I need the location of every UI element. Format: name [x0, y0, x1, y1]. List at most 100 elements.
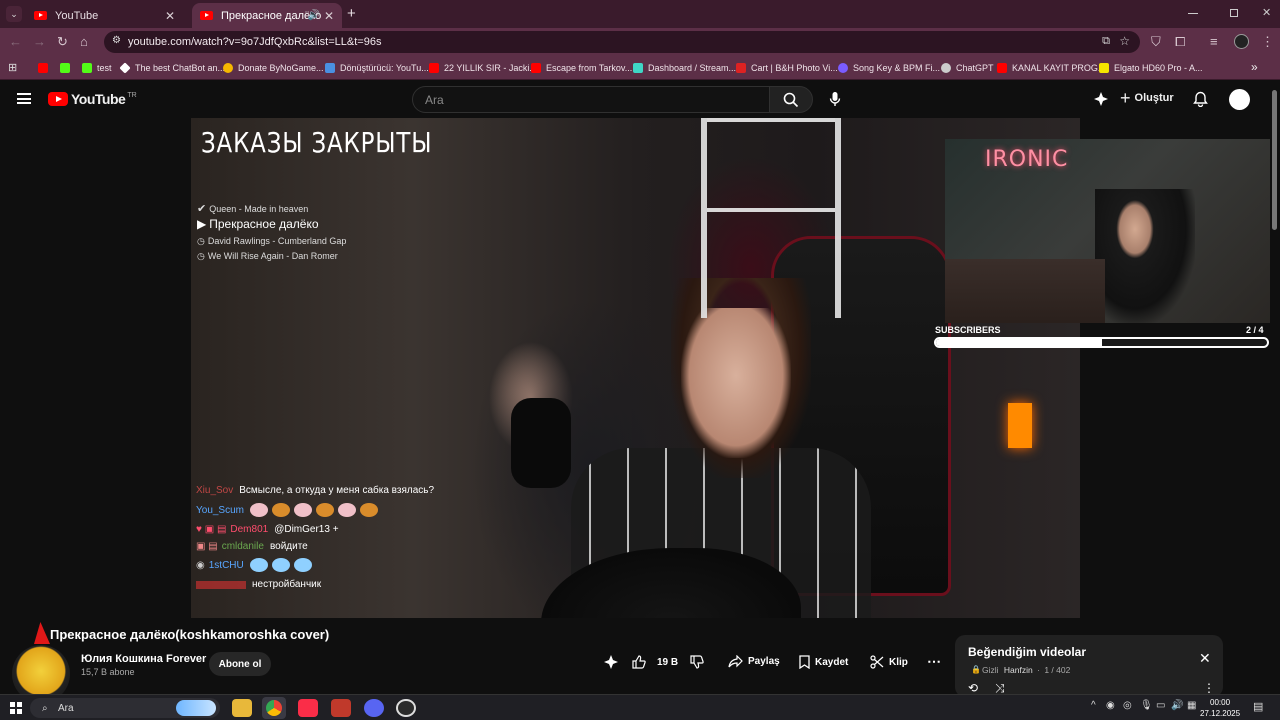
close-tab-icon[interactable]: ✕: [324, 9, 334, 23]
youtube-logo-icon: [48, 92, 68, 106]
back-icon[interactable]: ←: [9, 34, 22, 50]
stream-chat-line: You_Scum: [196, 503, 382, 517]
browser-tab-video[interactable]: Прекрасное далёко(koshk 🔊 ✕: [192, 3, 342, 28]
playlist-menu-icon[interactable]: ⋮: [1203, 681, 1215, 695]
bookmark-item[interactable]: ChatGPT: [941, 60, 994, 76]
bookmark-item[interactable]: 22 YILLIK SIR - Jacki...: [429, 60, 537, 76]
emote-icon: [250, 503, 268, 517]
bookmark-item[interactable]: KANAL KAYIT PROG...: [997, 60, 1105, 76]
new-tab-button[interactable]: +: [347, 5, 356, 22]
tray-app-icon[interactable]: ◎: [1123, 700, 1132, 711]
network-icon[interactable]: ▭: [1156, 700, 1165, 711]
voicemeeter-icon[interactable]: [331, 699, 351, 717]
channel-name[interactable]: Юлия Кошкина Forever: [81, 653, 206, 665]
taskbar-search[interactable]: ⌕ Ara: [30, 698, 220, 718]
stream-playlist-item: ◷ We Will Rise Again - Dan Romer: [197, 251, 338, 261]
address-bar[interactable]: ⚙ youtube.com/watch?v=9o7JdfQxbRc&list=L…: [104, 31, 1140, 53]
bookmark-item[interactable]: Cart | B&H Photo Vi...: [736, 60, 838, 76]
obs-icon[interactable]: [396, 699, 416, 717]
close-window-icon[interactable]: ✕: [1262, 6, 1271, 19]
tray-app-icon[interactable]: ◉: [1106, 700, 1115, 711]
bookmark-item[interactable]: test: [82, 60, 112, 76]
profile-avatar[interactable]: [1234, 34, 1249, 49]
search-button[interactable]: [769, 86, 813, 113]
windows-start-icon[interactable]: [10, 702, 22, 714]
restore-window-icon[interactable]: [1230, 9, 1238, 17]
reading-list-icon[interactable]: ≡: [1210, 34, 1218, 50]
stream-chat-line: нестройбанчик: [196, 579, 321, 590]
bookmark-item[interactable]: [60, 60, 75, 76]
notifications-icon[interactable]: ▤: [1253, 700, 1263, 713]
volume-icon[interactable]: 🔊: [1171, 700, 1183, 711]
region-code: TR: [127, 91, 137, 99]
monitor-glow-scene: [1008, 403, 1032, 448]
account-avatar[interactable]: [1229, 89, 1250, 110]
site-info-icon[interactable]: ⚙: [112, 35, 121, 46]
youtube-header: YouTube TR Ara + Oluştur: [0, 81, 1280, 118]
close-tab-icon[interactable]: ✕: [165, 9, 175, 23]
clip-button[interactable]: Klip: [870, 655, 908, 669]
bookmarks-bar: ⊞ test The best ChatBot an... Donate ByN…: [0, 56, 1280, 80]
dislike-button[interactable]: [690, 655, 709, 669]
discord-icon[interactable]: [364, 699, 384, 717]
browser-tab-youtube[interactable]: YouTube ✕: [26, 3, 183, 28]
bookmark-item[interactable]: Donate ByNoGame...: [223, 60, 324, 76]
menu-hamburger-icon[interactable]: [17, 93, 31, 104]
bookmark-item[interactable]: Dashboard / Stream...: [633, 60, 736, 76]
notifications-bell-icon[interactable]: [1193, 91, 1208, 107]
youtube-logo[interactable]: YouTube TR: [48, 91, 137, 107]
create-button[interactable]: + Oluştur: [1120, 89, 1174, 107]
page-scrollbar[interactable]: [1272, 90, 1277, 230]
subscribe-button[interactable]: Abone ol: [209, 652, 271, 676]
ask-ai-button[interactable]: [604, 655, 623, 669]
voice-search-button[interactable]: [829, 91, 841, 107]
audio-playing-icon[interactable]: 🔊: [308, 10, 320, 21]
extensions-icon[interactable]: ⧠: [1175, 34, 1185, 50]
share-button[interactable]: Paylaş: [728, 655, 780, 668]
more-bookmarks-icon[interactable]: »: [1251, 60, 1258, 74]
file-explorer-icon[interactable]: [232, 699, 252, 717]
like-button[interactable]: 19 B: [632, 655, 678, 669]
minimize-window-icon[interactable]: [1188, 13, 1198, 14]
channel-subscriber-count: 15,7 B abone: [81, 667, 135, 677]
shield-icon[interactable]: ⛉: [1151, 34, 1161, 50]
tray-app-icon[interactable]: ▦: [1187, 700, 1196, 711]
emote-icon: [272, 503, 290, 517]
playlist-title[interactable]: Beğendiğim videolar: [968, 645, 1086, 659]
stream-playlist-current: ▶ Прекрасное далёко: [197, 217, 319, 231]
install-app-icon[interactable]: ⧉: [1102, 35, 1110, 48]
bookmark-star-icon[interactable]: ☆: [1119, 34, 1130, 48]
chrome-menu-icon[interactable]: ⋮: [1261, 34, 1274, 50]
chrome-taskbar-icon[interactable]: [262, 697, 286, 719]
bookmark-item[interactable]: The best ChatBot an...: [119, 60, 225, 76]
tab-search-dropdown[interactable]: ⌄: [6, 6, 22, 22]
shelf-scene: [701, 118, 841, 318]
ai-assistant-icon[interactable]: [1094, 92, 1108, 106]
youtube-bookmark-icon: [997, 63, 1007, 73]
music-app-icon[interactable]: [298, 699, 318, 717]
reload-icon[interactable]: ↻: [57, 34, 68, 50]
more-actions-icon[interactable]: ⋯: [927, 653, 941, 670]
bookmark-item[interactable]: Escape from Tarkov...: [531, 60, 632, 76]
close-playlist-icon[interactable]: ✕: [1199, 650, 1211, 667]
forward-icon[interactable]: →: [33, 34, 46, 50]
youtube-favicon-icon: [200, 11, 213, 20]
tab-title: YouTube: [55, 9, 99, 22]
bookmark-item[interactable]: [38, 60, 53, 76]
badge-icon: ◉: [196, 559, 205, 571]
loop-icon[interactable]: ⟲: [968, 681, 978, 695]
bookmark-item[interactable]: Elgato HD60 Pro - A...: [1099, 60, 1203, 76]
bookmark-item[interactable]: Song Key & BPM Fi...: [838, 60, 940, 76]
badge-icon: ▣ ▤: [196, 541, 218, 552]
emote-icon: [338, 503, 356, 517]
home-icon[interactable]: ⌂: [80, 34, 88, 50]
microphone-tray-icon[interactable]: 🎙: [1140, 700, 1153, 711]
taskbar-clock[interactable]: 00:00 27.12.2025: [1200, 697, 1240, 719]
save-button[interactable]: Kaydet: [799, 655, 848, 669]
search-input[interactable]: Ara: [412, 86, 770, 113]
performer-face-scene: [681, 308, 791, 458]
stream-chat-line: ◉ 1stCHU: [196, 558, 316, 572]
bookmark-item[interactable]: Dönüştürücü: YouTu...: [325, 60, 429, 76]
apps-grid-icon[interactable]: ⊞: [8, 61, 17, 74]
system-tray-chevron-icon[interactable]: ^: [1091, 700, 1096, 711]
